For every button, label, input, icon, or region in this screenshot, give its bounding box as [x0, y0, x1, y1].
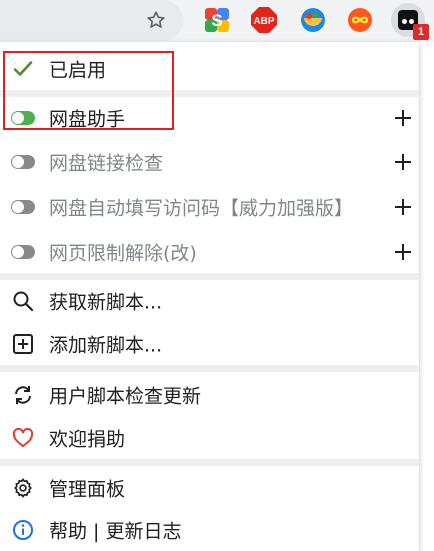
donate-item[interactable]: 欢迎捐助	[0, 417, 419, 459]
script-row-link-check[interactable]: 网盘链接检查	[0, 141, 419, 183]
toggle-off-icon[interactable]	[10, 194, 36, 220]
dashboard-item[interactable]: 管理面板	[0, 467, 419, 509]
search-icon	[10, 288, 36, 314]
script-row-auto-fill-code[interactable]: 网盘自动填写访问码【威力加强版】	[0, 186, 419, 228]
refresh-icon	[10, 382, 36, 408]
plus-icon[interactable]	[393, 108, 413, 128]
enabled-toggle-row[interactable]: 已启用	[0, 48, 419, 90]
svg-text:S: S	[211, 11, 222, 30]
browser-toolbar: S ABP 1	[0, 0, 434, 42]
script-name: 网盘链接检查	[49, 152, 164, 175]
add-new-script-label: 添加新脚本...	[49, 334, 163, 357]
menu-divider	[0, 273, 419, 280]
check-updates-item[interactable]: 用户脚本检查更新	[0, 374, 419, 416]
menu-divider	[0, 90, 419, 97]
page-background	[419, 42, 434, 551]
plus-icon[interactable]	[393, 197, 413, 217]
toggle-off-icon[interactable]	[10, 239, 36, 265]
add-new-script-item[interactable]: 添加新脚本...	[0, 323, 419, 365]
plus-box-icon	[10, 331, 36, 357]
abp-icon[interactable]: ABP	[250, 6, 278, 34]
tampermonkey-popup-menu: 已启用 网盘助手 网盘链接检查 网盘自动填写访问码【威力加强版】 网页限制解除(…	[0, 42, 419, 551]
heart-icon	[10, 425, 36, 451]
gear-icon	[10, 475, 36, 501]
checkmark-icon	[10, 56, 36, 82]
script-name: 网盘助手	[49, 108, 126, 131]
get-new-scripts-item[interactable]: 获取新脚本...	[0, 280, 419, 322]
plus-icon[interactable]	[393, 152, 413, 172]
help-item[interactable]: 帮助 | 更新日志	[0, 509, 419, 551]
menu-divider	[0, 365, 419, 372]
script-count-badge: 1	[413, 24, 429, 40]
s-logo-icon[interactable]: S	[203, 6, 231, 34]
toggle-on-icon[interactable]	[10, 105, 36, 131]
script-name: 网页限制解除(改)	[49, 242, 197, 265]
bookmark-star-icon[interactable]	[143, 7, 169, 33]
donate-label: 欢迎捐助	[49, 428, 126, 451]
help-label: 帮助 | 更新日志	[49, 520, 182, 543]
enabled-label: 已启用	[49, 59, 107, 82]
script-name: 网盘自动填写访问码【威力加强版】	[49, 197, 354, 220]
bowl-icon[interactable]	[299, 6, 327, 34]
check-updates-label: 用户脚本检查更新	[49, 385, 202, 408]
infinity-icon[interactable]	[346, 6, 374, 34]
menu-divider	[0, 459, 419, 466]
script-row-wangpan-zhushou[interactable]: 网盘助手	[0, 97, 419, 139]
get-new-scripts-label: 获取新脚本...	[49, 291, 163, 314]
info-icon	[10, 517, 36, 543]
abp-text: ABP	[253, 16, 274, 27]
script-row-restriction-removal[interactable]: 网页限制解除(改)	[0, 231, 419, 273]
dashboard-label: 管理面板	[49, 478, 126, 501]
toggle-off-icon[interactable]	[10, 149, 36, 175]
plus-icon[interactable]	[393, 242, 413, 262]
